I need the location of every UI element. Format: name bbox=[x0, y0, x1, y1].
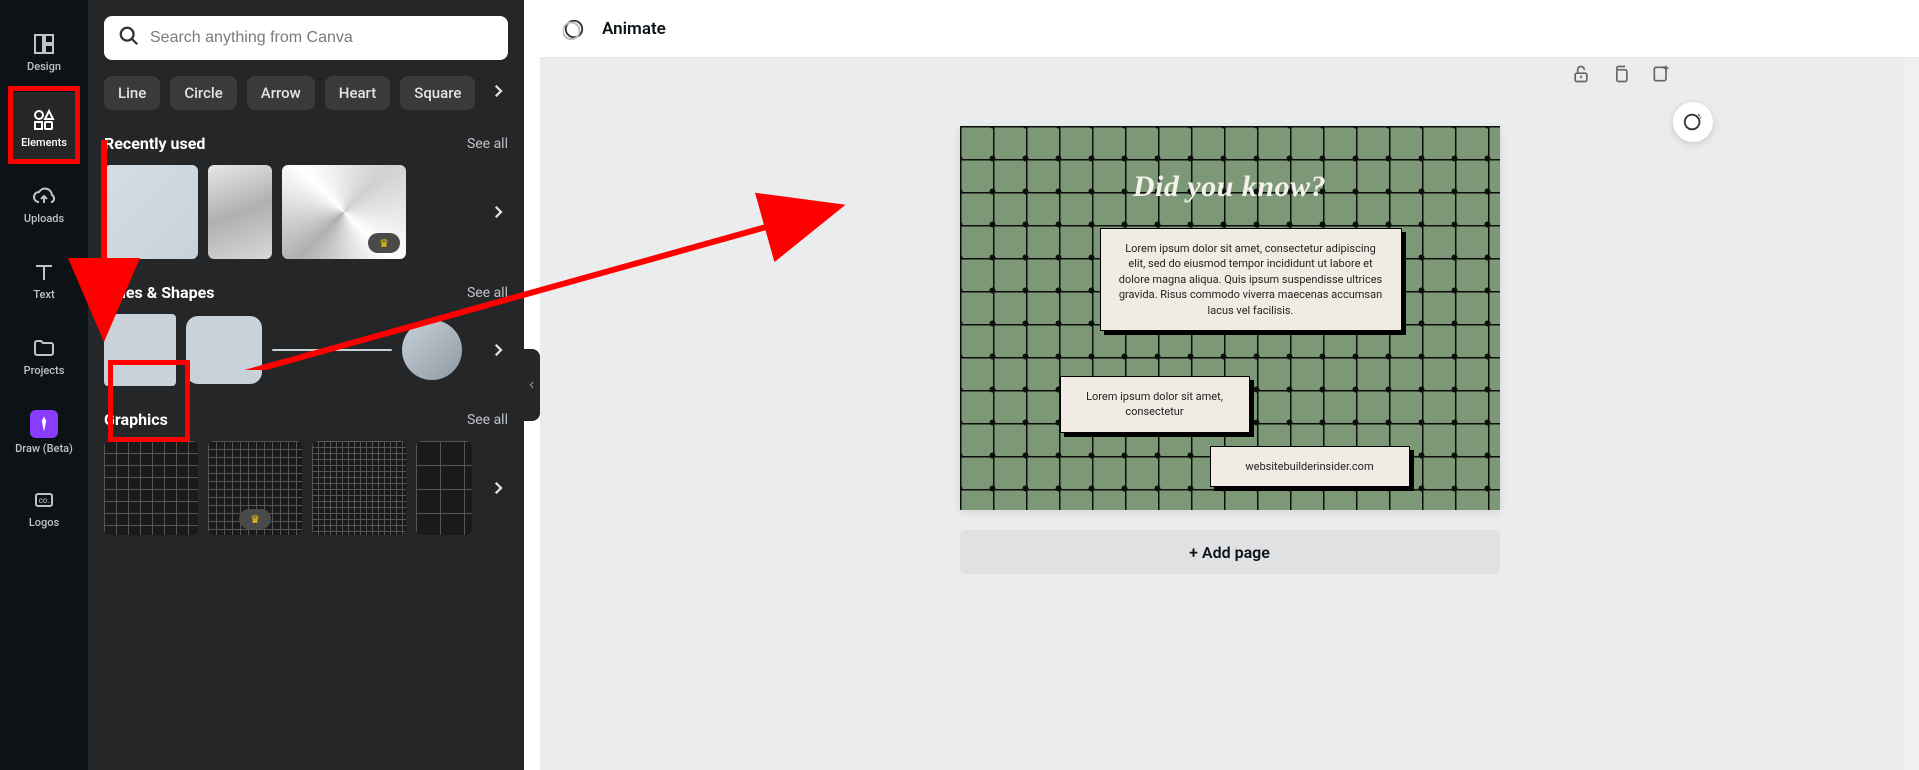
nav-label: Design bbox=[27, 60, 61, 73]
premium-crown-icon: ♛ bbox=[368, 233, 400, 253]
panel-collapse-handle[interactable] bbox=[524, 349, 540, 421]
canvas-workspace[interactable]: Did you know? Lorem ipsum dolor sit amet… bbox=[540, 58, 1919, 770]
nav-logos[interactable]: co. Logos bbox=[8, 472, 80, 544]
thumb-scroll-right-icon[interactable] bbox=[484, 336, 512, 364]
nav-draw-beta[interactable]: Draw (Beta) bbox=[8, 396, 80, 468]
section-title: Lines & Shapes bbox=[104, 283, 214, 302]
section-title: Graphics bbox=[104, 410, 168, 429]
see-all-link[interactable]: See all bbox=[467, 412, 508, 428]
cloud-upload-icon bbox=[32, 184, 56, 208]
nav-label: Projects bbox=[24, 364, 65, 377]
add-page-icon[interactable] bbox=[1651, 64, 1675, 88]
lines-shapes-section: Lines & Shapes See all bbox=[104, 283, 508, 386]
body-text-card[interactable]: Lorem ipsum dolor sit amet, consectetur … bbox=[1100, 228, 1402, 331]
search-input[interactable] bbox=[150, 29, 494, 47]
nav-text[interactable]: Text bbox=[8, 244, 80, 316]
assist-bubble-button[interactable] bbox=[1673, 102, 1713, 142]
nav-design[interactable]: Design bbox=[8, 16, 80, 88]
graphic-thumb[interactable] bbox=[312, 441, 406, 535]
nav-label: Elements bbox=[21, 136, 67, 149]
premium-crown-icon: ♛ bbox=[239, 509, 271, 529]
chip-circle[interactable]: Circle bbox=[170, 76, 236, 110]
app-vertical-nav: Design Elements Uploads Text Projects Dr… bbox=[0, 0, 88, 770]
editor-top-toolbar: Animate bbox=[540, 0, 1919, 58]
thumb-scroll-right-icon[interactable] bbox=[484, 198, 512, 226]
graphic-thumb[interactable]: ♛ bbox=[208, 441, 302, 535]
see-all-link[interactable]: See all bbox=[467, 136, 508, 152]
graphic-thumb[interactable] bbox=[104, 441, 198, 535]
shape-circle[interactable] bbox=[402, 320, 462, 380]
add-page-button[interactable]: + Add page bbox=[960, 530, 1500, 574]
pencil-icon bbox=[30, 410, 58, 438]
nav-elements[interactable]: Elements bbox=[8, 92, 80, 164]
recent-thumb[interactable] bbox=[104, 165, 198, 259]
elements-panel: Line Circle Arrow Heart Square Recently … bbox=[88, 0, 524, 770]
logo-icon: co. bbox=[32, 488, 56, 512]
recently-used-section: Recently used See all ♛ bbox=[104, 134, 508, 259]
shape-rounded-square[interactable] bbox=[186, 316, 262, 384]
nav-label: Text bbox=[33, 288, 54, 301]
nav-projects[interactable]: Projects bbox=[8, 320, 80, 392]
text-icon bbox=[32, 260, 56, 284]
nav-label: Draw (Beta) bbox=[15, 442, 73, 455]
nav-label: Logos bbox=[29, 516, 59, 529]
search-box[interactable] bbox=[104, 16, 508, 60]
shape-square[interactable] bbox=[104, 314, 176, 386]
small-text-card[interactable]: Lorem ipsum dolor sit amet, consectetur bbox=[1060, 376, 1250, 433]
search-icon bbox=[118, 25, 140, 51]
url-card[interactable]: websitebuilderinsider.com bbox=[1210, 446, 1410, 487]
lock-icon[interactable] bbox=[1571, 64, 1595, 88]
page-mini-toolbar bbox=[1571, 64, 1675, 88]
headline-text[interactable]: Did you know? bbox=[960, 170, 1500, 204]
folder-icon bbox=[32, 336, 56, 360]
animate-button[interactable]: Animate bbox=[602, 19, 666, 39]
canvas-page[interactable]: Did you know? Lorem ipsum dolor sit amet… bbox=[960, 126, 1500, 510]
graphic-thumb[interactable] bbox=[416, 441, 472, 535]
vertical-scrollbar[interactable] bbox=[1903, 58, 1919, 770]
chip-arrow[interactable]: Arrow bbox=[247, 76, 315, 110]
graphics-section: Graphics See all ♛ bbox=[104, 410, 508, 535]
chip-square[interactable]: Square bbox=[400, 76, 475, 110]
section-title: Recently used bbox=[104, 134, 205, 153]
chip-scroll-right-icon[interactable] bbox=[485, 78, 511, 108]
animate-ring-icon bbox=[560, 15, 588, 43]
template-icon bbox=[32, 32, 56, 56]
nav-uploads[interactable]: Uploads bbox=[8, 168, 80, 240]
recent-thumb[interactable]: ♛ bbox=[282, 165, 406, 259]
duplicate-page-icon[interactable] bbox=[1611, 64, 1635, 88]
chip-line[interactable]: Line bbox=[104, 76, 160, 110]
thumb-scroll-right-icon[interactable] bbox=[484, 474, 512, 502]
svg-text:co.: co. bbox=[39, 496, 50, 505]
chip-heart[interactable]: Heart bbox=[325, 76, 390, 110]
nav-label: Uploads bbox=[24, 212, 64, 225]
see-all-link[interactable]: See all bbox=[467, 285, 508, 301]
recent-thumb[interactable] bbox=[208, 165, 272, 259]
shapes-icon bbox=[32, 108, 56, 132]
shape-line[interactable] bbox=[272, 349, 392, 351]
category-chips: Line Circle Arrow Heart Square bbox=[104, 76, 508, 110]
